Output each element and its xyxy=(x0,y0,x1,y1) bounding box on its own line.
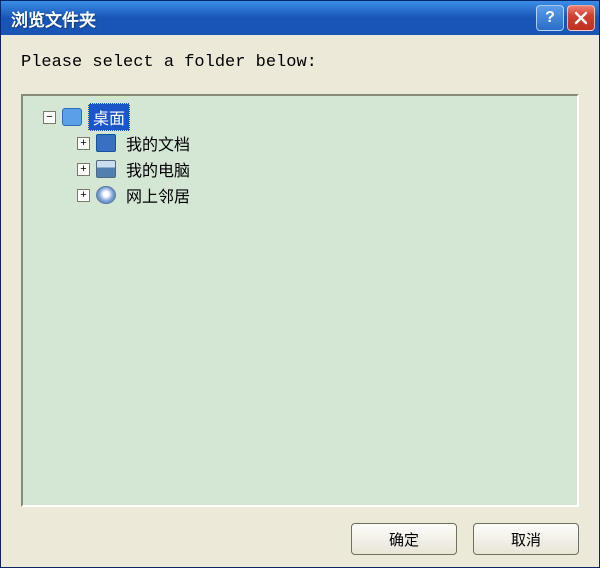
tree-node-label[interactable]: 网上邻居 xyxy=(122,182,194,208)
collapse-icon[interactable]: − xyxy=(43,111,56,124)
titlebar-title: 浏览文件夹 xyxy=(11,6,536,31)
ok-button[interactable]: 确定 xyxy=(351,523,457,555)
my-documents-icon xyxy=(96,134,116,152)
network-places-icon xyxy=(96,186,116,204)
tree-node-desktop[interactable]: − 桌面 xyxy=(29,104,571,130)
desktop-icon xyxy=(62,108,82,126)
tree-node-label[interactable]: 桌面 xyxy=(88,103,130,131)
folder-tree[interactable]: − 桌面 + 我的文档 + 我的电脑 + 网上邻居 xyxy=(21,94,579,507)
dialog-window: 浏览文件夹 ? Please select a folder below: − … xyxy=(0,0,600,568)
close-button[interactable] xyxy=(567,5,595,31)
close-icon xyxy=(574,11,588,25)
help-icon: ? xyxy=(545,9,555,27)
expand-icon[interactable]: + xyxy=(77,163,90,176)
tree-node-mycomp[interactable]: + 我的电脑 xyxy=(29,156,571,182)
tree-node-label[interactable]: 我的电脑 xyxy=(122,156,194,182)
prompt-text: Please select a folder below: xyxy=(21,53,579,72)
button-row: 确定 取消 xyxy=(21,507,579,555)
titlebar-buttons: ? xyxy=(536,5,595,31)
help-button[interactable]: ? xyxy=(536,5,564,31)
tree-node-label[interactable]: 我的文档 xyxy=(122,130,194,156)
expand-icon[interactable]: + xyxy=(77,189,90,202)
cancel-button[interactable]: 取消 xyxy=(473,523,579,555)
tree-node-network[interactable]: + 网上邻居 xyxy=(29,182,571,208)
expand-icon[interactable]: + xyxy=(77,137,90,150)
titlebar[interactable]: 浏览文件夹 ? xyxy=(1,1,599,35)
tree-node-mydocs[interactable]: + 我的文档 xyxy=(29,130,571,156)
client-area: Please select a folder below: − 桌面 + 我的文… xyxy=(1,35,599,567)
my-computer-icon xyxy=(96,160,116,178)
